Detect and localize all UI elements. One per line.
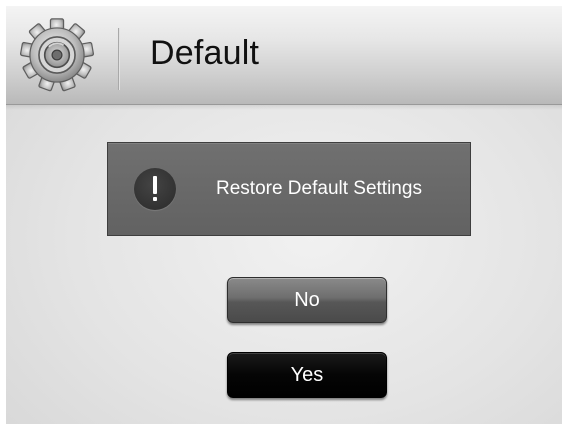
header-bar: Default [6,6,562,110]
no-button[interactable]: No [227,277,387,323]
alert-icon [134,168,176,210]
yes-button[interactable]: Yes [227,352,387,398]
alert-icon-dot [153,197,157,201]
alert-icon-bar [153,176,157,194]
confirmation-message-box: Restore Default Settings [107,142,471,236]
confirmation-message: Restore Default Settings [216,178,422,199]
gear-icon [19,18,95,92]
settings-screen: Default Restore Default Settings No Yes [6,6,562,424]
page-title: Default [150,34,260,72]
header-divider [118,28,120,90]
